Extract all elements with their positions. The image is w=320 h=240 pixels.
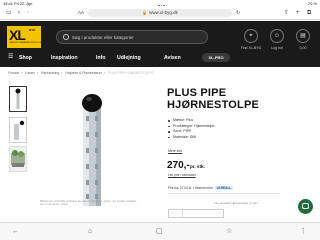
back-icon[interactable]: ‹ <box>18 10 20 16</box>
lock-icon: 🔒 <box>142 10 148 15</box>
spec-item: Materiale: Stål <box>168 135 215 141</box>
multitasking-dots-icon[interactable] <box>158 2 166 6</box>
sidebar-icon[interactable]: ▭ <box>6 10 12 16</box>
logo-tagline: GØR DET NEMMERE AT BYGGE <box>9 42 43 44</box>
chat-bubble-icon <box>302 203 309 209</box>
url-text: www.xl-byg.dk <box>149 10 178 15</box>
nav-item-avisen[interactable]: Avisen <box>164 55 181 61</box>
status-bar: 15:41 Fri 22. Apr 70 % <box>0 0 320 7</box>
thumbnail-post-image <box>15 88 21 109</box>
product-main-image[interactable] <box>36 84 148 208</box>
search-bar[interactable] <box>56 30 208 44</box>
nav-item-shop[interactable]: Shop <box>19 55 32 61</box>
bookmark-icon[interactable]: ☆ <box>226 228 232 235</box>
search-icon[interactable] <box>63 34 69 40</box>
stock-text: Pris fra: 27,00 kr. / Vederdi med <box>168 186 213 190</box>
home-icon[interactable]: ⌂ <box>88 228 92 235</box>
stepper-divider <box>182 210 183 217</box>
divider <box>168 193 280 194</box>
cart-icon[interactable]: ▤ <box>296 29 310 43</box>
account-icon[interactable]: ☺ <box>270 29 284 43</box>
tabs-icon[interactable]: ⧉ <box>307 10 311 16</box>
product-thumbnail[interactable] <box>9 86 27 112</box>
reload-icon[interactable]: ↻ <box>236 10 240 16</box>
text-size-icon[interactable]: AA <box>78 10 84 16</box>
main-nav: ☰ Shop Inspiration Info Udlejning Avisen… <box>0 50 320 67</box>
secondary-info: Info af antal: Hjørnestolpe (1 stk.) <box>214 201 259 205</box>
logo-xl: XL <box>9 27 26 43</box>
stock-badge: VAREALL <box>214 186 234 190</box>
product-thumbnail[interactable] <box>9 117 27 143</box>
nav-item-inspiration[interactable]: Inspiration <box>51 55 78 61</box>
browser-bottom-bar: ← ⌂ ▢ ☆ ⋮ <box>0 222 320 240</box>
status-time-date: 15:41 Fri 22. Apr <box>3 1 33 6</box>
nav-item-udlejning[interactable]: Udlejning <box>117 55 141 61</box>
price-note-link[interactable]: Lav pris i varehuset <box>168 173 196 177</box>
chat-button[interactable] <box>298 199 313 214</box>
url-bar[interactable]: 🔒 www.xl-byg.dk <box>88 9 232 17</box>
back-icon[interactable]: ← <box>12 228 19 235</box>
thumbnail-garden-image <box>10 147 26 171</box>
logo-byg: BYG <box>29 28 36 32</box>
image-caption: Billedet kan indeholde produkter der ikk… <box>40 200 137 207</box>
nav-item-info[interactable]: Info <box>96 55 106 61</box>
forward-icon[interactable]: › <box>27 10 29 16</box>
search-input[interactable] <box>72 32 202 42</box>
breadcrumb-current: PLUS PIPE HJØRNESTOLPE <box>107 71 154 75</box>
status-date: Fri 22. Apr <box>14 1 33 6</box>
product-thumbnail[interactable] <box>9 146 27 172</box>
product-price: 270,- <box>167 160 190 171</box>
breadcrumb: Forside › Haven › Beplantning › Højbede & P… <box>8 71 154 75</box>
breadcrumb-item[interactable]: Forside <box>8 71 19 75</box>
add-tab-icon[interactable]: + <box>296 10 300 16</box>
status-battery: 70 % <box>307 1 317 6</box>
breadcrumb-item[interactable]: Haven <box>25 71 35 75</box>
recent-apps-icon[interactable]: ▢ <box>156 228 163 235</box>
store-locator-icon[interactable]: ⌖ <box>244 29 258 43</box>
product-title: PLUS PIPE HJØRNESTOLPE <box>167 87 260 111</box>
share-icon[interactable]: ⇪ <box>284 10 289 16</box>
hamburger-menu-icon[interactable]: ☰ <box>8 54 13 61</box>
browser-toolbar: ▭ ‹ › AA 🔒 www.xl-byg.dk ↻ ⇪ + ⧉ <box>0 7 320 20</box>
menu-icon[interactable]: ⋮ <box>300 228 307 235</box>
thumbnail-post-angle-image <box>14 120 25 140</box>
breadcrumb-item[interactable]: Højbede & Plantekasser <box>65 71 102 75</box>
quantity-stepper[interactable] <box>168 209 224 218</box>
xl-byg-logo[interactable]: XL BYG GØR DET NEMMERE AT BYGGE <box>7 26 43 48</box>
status-time: 15:41 <box>3 1 14 6</box>
more-info-link[interactable]: Mere info <box>168 149 182 153</box>
breadcrumb-item[interactable]: Beplantning <box>41 71 59 75</box>
site-header: XL BYG GØR DET NEMMERE AT BYGGE ⌖ Find X… <box>0 21 320 67</box>
price-unit: pr. stk. <box>190 164 205 169</box>
product-specs-list: Mærke: Plus Produkttype: Hjørnestolpe Se… <box>168 118 215 140</box>
stock-line: Pris fra: 27,00 kr. / Vederdi med VAREAL… <box>168 186 234 190</box>
xl-pro-button[interactable]: XL-PRO <box>202 53 230 62</box>
